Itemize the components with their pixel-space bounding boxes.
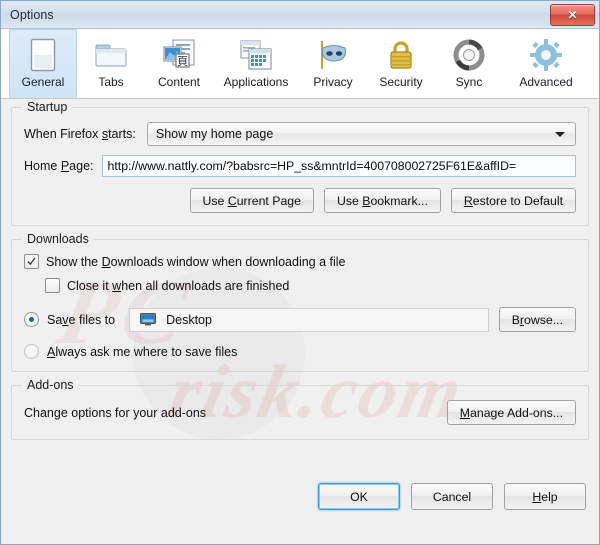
startup-group: Startup When Firefox starts: Show my hom…	[11, 100, 589, 226]
when-firefox-starts-label: When Firefox starts:	[24, 127, 136, 141]
save-files-to-radio[interactable]	[24, 312, 39, 327]
show-downloads-window-label: Show the Downloads window when downloadi…	[46, 254, 346, 269]
advanced-gear-icon	[526, 36, 566, 74]
save-files-to-path[interactable]: Desktop	[129, 307, 489, 332]
save-files-to-label: Save files to	[47, 312, 116, 327]
close-when-finished-label: Close it when all downloads are finished	[67, 278, 290, 293]
title-bar: Options ✕	[1, 1, 599, 29]
tab-advanced[interactable]: Advanced	[503, 29, 589, 98]
show-downloads-window-checkbox[interactable]	[24, 254, 39, 269]
cancel-button[interactable]: Cancel	[411, 483, 493, 510]
restore-to-default-button[interactable]: Restore to Default	[450, 188, 576, 213]
help-button[interactable]: Help	[504, 483, 586, 510]
use-current-page-button[interactable]: Use Current Page	[189, 188, 314, 213]
home-page-label: Home Page:	[24, 159, 94, 173]
close-button[interactable]: ✕	[550, 4, 595, 26]
dialog-footer: OK Cancel Help	[1, 483, 599, 510]
tab-tabs-label: Tabs	[98, 75, 124, 89]
tab-general-label: General	[21, 75, 65, 89]
when-firefox-starts-select[interactable]: Show my home page	[146, 122, 576, 146]
desktop-monitor-icon	[140, 313, 157, 326]
chevron-down-icon	[555, 131, 565, 137]
manage-addons-button[interactable]: Manage Add-ons...	[446, 400, 576, 425]
home-page-row: Home Page:	[24, 155, 576, 177]
use-bookmark-button[interactable]: Use Bookmark...	[323, 188, 441, 213]
close-when-finished-checkbox[interactable]	[45, 278, 60, 293]
tab-tabs[interactable]: Tabs	[77, 29, 145, 98]
tab-general[interactable]: General	[9, 29, 77, 98]
general-page-icon	[23, 36, 63, 74]
startup-buttons-row: Use Current Page Use Bookmark... Restore…	[24, 188, 576, 213]
tab-security[interactable]: Security	[367, 29, 435, 98]
tab-privacy-label: Privacy	[313, 75, 353, 89]
tab-sync[interactable]: Sync	[435, 29, 503, 98]
sync-arrows-icon	[449, 36, 489, 74]
browse-button[interactable]: Browse...	[498, 307, 576, 332]
tab-applications[interactable]: Applications	[213, 29, 299, 98]
when-firefox-starts-value: Show my home page	[155, 127, 274, 141]
addons-legend: Add-ons	[22, 378, 79, 392]
downloads-group: Downloads Show the Downloads window when…	[11, 232, 589, 372]
save-files-to-row: Save files to Desktop Browse...	[24, 307, 576, 332]
content-image-icon: 頁	[159, 36, 199, 74]
close-when-finished-row[interactable]: Close it when all downloads are finished	[45, 278, 576, 293]
radio-dot	[29, 317, 34, 322]
privacy-mask-icon	[313, 36, 353, 74]
save-files-to-value: Desktop	[166, 312, 212, 327]
startup-legend: Startup	[22, 100, 73, 114]
addons-row: Change options for your add-ons Manage A…	[24, 400, 576, 425]
show-downloads-window-row[interactable]: Show the Downloads window when downloadi…	[24, 254, 576, 269]
when-firefox-starts-row: When Firefox starts: Show my home page	[24, 122, 576, 146]
tab-security-label: Security	[379, 75, 423, 89]
window-title: Options	[10, 7, 54, 22]
tabs-folder-icon	[91, 36, 131, 74]
tab-content[interactable]: 頁 Content	[145, 29, 213, 98]
options-content: PC risk.com Startup When Firefox starts:…	[1, 99, 599, 440]
addons-group: Add-ons Change options for your add-ons …	[11, 378, 589, 440]
ok-button[interactable]: OK	[318, 483, 400, 510]
checkmark-icon	[27, 257, 36, 266]
always-ask-row[interactable]: Always ask me where to save files	[24, 344, 576, 359]
options-dialog: Options ✕ General Tabs 頁 Content Applica…	[0, 0, 600, 545]
tab-applications-label: Applications	[223, 75, 289, 89]
options-tab-strip: General Tabs 頁 Content Applications Priv…	[1, 29, 599, 99]
svg-text:頁: 頁	[177, 55, 188, 68]
downloads-legend: Downloads	[22, 232, 94, 246]
tab-sync-label: Sync	[455, 75, 483, 89]
tab-advanced-label: Advanced	[519, 75, 573, 89]
always-ask-label: Always ask me where to save files	[47, 344, 238, 359]
tab-privacy[interactable]: Privacy	[299, 29, 367, 98]
always-ask-radio[interactable]	[24, 344, 39, 359]
applications-window-icon	[236, 36, 276, 74]
addons-description: Change options for your add-ons	[24, 405, 207, 420]
home-page-input[interactable]	[101, 155, 576, 177]
tab-content-label: Content	[157, 75, 201, 89]
close-icon: ✕	[567, 8, 578, 22]
security-lock-icon	[381, 36, 421, 74]
